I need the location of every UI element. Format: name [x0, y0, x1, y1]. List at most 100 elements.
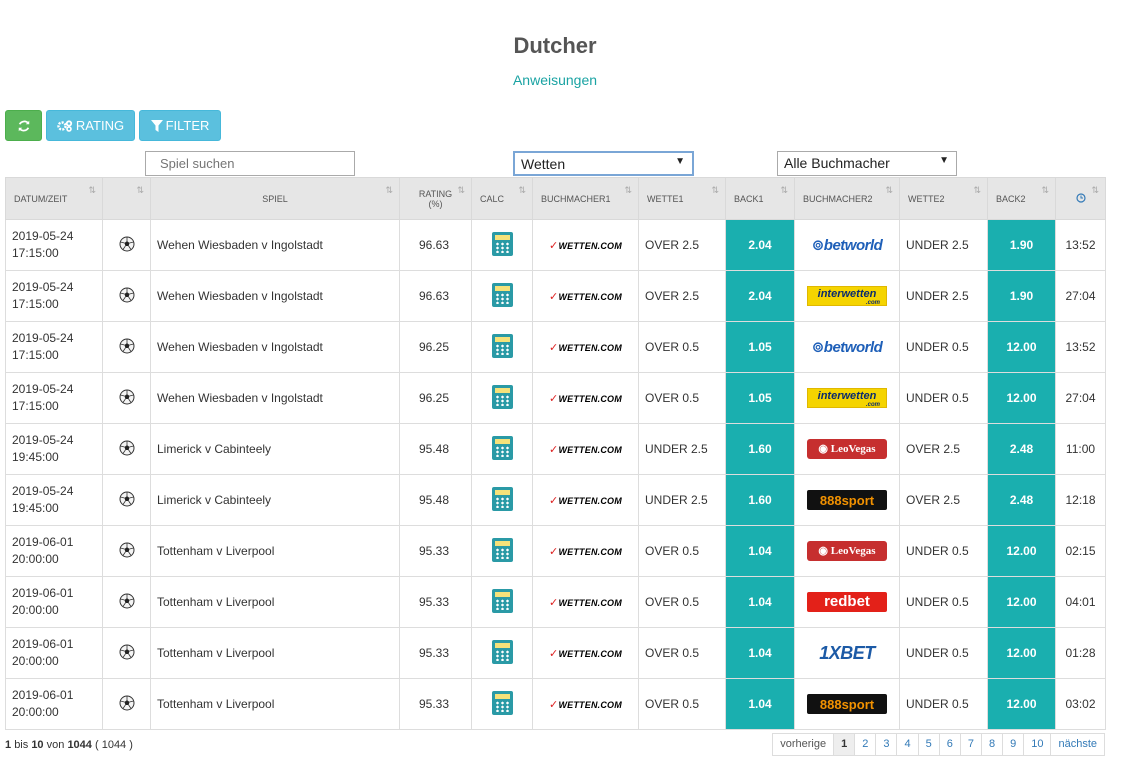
cell-calc[interactable] [471, 219, 533, 271]
calculator-icon[interactable] [491, 435, 513, 460]
pagination-page[interactable]: 5 [917, 733, 940, 756]
pagination-page[interactable]: 4 [896, 733, 919, 756]
pagination-next[interactable]: nächste [1050, 733, 1105, 756]
cell-game: Limerick v Cabinteely [150, 423, 400, 475]
rating-button[interactable]: RATING [46, 110, 135, 141]
cell-back2[interactable]: 12.00 [987, 372, 1056, 424]
col-buchmacher1[interactable]: BUCHMACHER1 ⇅ [532, 177, 639, 220]
cell-back2[interactable]: 12.00 [987, 678, 1056, 730]
cell-bookmaker2[interactable]: interwetten .com [794, 372, 900, 424]
cell-back2[interactable]: 12.00 [987, 627, 1056, 679]
pagination-page[interactable]: 6 [938, 733, 961, 756]
cell-back2[interactable]: 1.90 [987, 219, 1056, 271]
col-sport[interactable]: ⇅ [102, 177, 151, 220]
calculator-icon[interactable] [491, 690, 513, 715]
bookmaker-select[interactable]: Alle Buchmacher ▼ [777, 151, 957, 176]
col-datum[interactable]: DATUM/ZEIT ⇅ [5, 177, 103, 220]
cell-back1[interactable]: 2.04 [725, 270, 795, 322]
cell-bookmaker1[interactable]: ✓WETTEN.COM [532, 525, 639, 577]
cell-bookmaker1[interactable]: ✓WETTEN.COM [532, 474, 639, 526]
calculator-icon[interactable] [491, 588, 513, 613]
col-age[interactable]: ⇅ [1055, 177, 1106, 220]
cell-back1[interactable]: 1.05 [725, 321, 795, 373]
search-input[interactable] [145, 151, 355, 176]
pagination-page[interactable]: 10 [1023, 733, 1052, 756]
cell-bookmaker2[interactable]: ◉ LeoVegas [794, 525, 900, 577]
cell-calc[interactable] [471, 321, 533, 373]
wetten-com-logo: ✓WETTEN.COM [549, 342, 622, 354]
cell-back1[interactable]: 1.60 [725, 423, 795, 475]
cell-calc[interactable] [471, 576, 533, 628]
cell-bookmaker1[interactable]: ✓WETTEN.COM [532, 627, 639, 679]
calculator-icon[interactable] [491, 333, 513, 358]
col-calc[interactable]: CALC ⇅ [471, 177, 533, 220]
col-back1[interactable]: BACK1 ⇅ [725, 177, 795, 220]
calculator-icon[interactable] [491, 231, 513, 256]
pagination-page[interactable]: 7 [959, 733, 982, 756]
calculator-icon[interactable] [491, 384, 513, 409]
cell-back1[interactable]: 1.04 [725, 576, 795, 628]
cell-back2[interactable]: 12.00 [987, 576, 1056, 628]
cell-bookmaker1[interactable]: ✓WETTEN.COM [532, 372, 639, 424]
cell-back1[interactable]: 1.05 [725, 372, 795, 424]
refresh-button[interactable] [5, 110, 42, 141]
col-wette2[interactable]: WETTE2 ⇅ [899, 177, 988, 220]
table-row: 2019-06-01 20:00:00 Tottenham v Liverpool… [5, 678, 1106, 730]
cell-calc[interactable] [471, 474, 533, 526]
cell-back2[interactable]: 1.90 [987, 270, 1056, 322]
calculator-icon[interactable] [491, 639, 513, 664]
calculator-icon[interactable] [491, 486, 513, 511]
cell-bookmaker1[interactable]: ✓WETTEN.COM [532, 576, 639, 628]
888sport-logo: 888sport [807, 694, 887, 714]
cell-calc[interactable] [471, 270, 533, 322]
cell-bookmaker2[interactable]: 1XBET [794, 627, 900, 679]
pagination-page[interactable]: 8 [980, 733, 1004, 756]
table-row: 2019-06-01 20:00:00 Tottenham v Liverpool… [5, 525, 1106, 577]
filter-button[interactable]: FILTER [139, 110, 221, 141]
refresh-icon [18, 120, 29, 131]
cell-back1[interactable]: 2.04 [725, 219, 795, 271]
cell-back1[interactable]: 1.60 [725, 474, 795, 526]
cell-sport [102, 321, 151, 373]
cell-back2[interactable]: 2.48 [987, 423, 1056, 475]
cell-bookmaker2[interactable]: redbet [794, 576, 900, 628]
cell-rating: 96.25 [399, 321, 472, 373]
pagination-page[interactable]: 9 [1002, 733, 1025, 756]
cell-calc[interactable] [471, 627, 533, 679]
cell-calc[interactable] [471, 525, 533, 577]
cell-bet1: OVER 2.5 [638, 219, 726, 271]
cell-bookmaker2[interactable]: 888sport [794, 678, 900, 730]
cell-bookmaker2[interactable]: ⊚betworld [794, 321, 900, 373]
calculator-icon[interactable] [491, 282, 513, 307]
cell-bookmaker1[interactable]: ✓WETTEN.COM [532, 321, 639, 373]
calculator-icon[interactable] [491, 537, 513, 562]
cell-back2[interactable]: 2.48 [987, 474, 1056, 526]
col-back2[interactable]: BACK2 ⇅ [987, 177, 1056, 220]
col-rating[interactable]: RATING (%) ⇅ [399, 177, 472, 220]
cell-back1[interactable]: 1.04 [725, 627, 795, 679]
pagination-page[interactable]: 3 [875, 733, 898, 756]
cell-bookmaker1[interactable]: ✓WETTEN.COM [532, 219, 639, 271]
col-spiel[interactable]: SPIEL ⇅ [150, 177, 400, 220]
cell-calc[interactable] [471, 423, 533, 475]
cell-calc[interactable] [471, 678, 533, 730]
pagination-previous[interactable]: vorherige [772, 733, 835, 756]
pagination-page[interactable]: 2 [854, 733, 877, 756]
cell-bookmaker2[interactable]: ⊚betworld [794, 219, 900, 271]
cell-bookmaker1[interactable]: ✓WETTEN.COM [532, 270, 639, 322]
col-buchmacher2[interactable]: BUCHMACHER2 ⇅ [794, 177, 900, 220]
cell-bookmaker2[interactable]: ◉ LeoVegas [794, 423, 900, 475]
cell-bookmaker2[interactable]: 888sport [794, 474, 900, 526]
pagination-page[interactable]: 1 [833, 733, 856, 756]
col-wette1[interactable]: WETTE1 ⇅ [638, 177, 726, 220]
cell-back2[interactable]: 12.00 [987, 321, 1056, 373]
cell-back2[interactable]: 12.00 [987, 525, 1056, 577]
cell-back1[interactable]: 1.04 [725, 525, 795, 577]
cell-bookmaker1[interactable]: ✓WETTEN.COM [532, 678, 639, 730]
cell-calc[interactable] [471, 372, 533, 424]
cell-bookmaker2[interactable]: interwetten .com [794, 270, 900, 322]
cell-bookmaker1[interactable]: ✓WETTEN.COM [532, 423, 639, 475]
cell-back1[interactable]: 1.04 [725, 678, 795, 730]
bet-type-select[interactable]: Wetten ▼ [513, 151, 694, 176]
instructions-link[interactable]: Anweisungen [0, 72, 1110, 88]
